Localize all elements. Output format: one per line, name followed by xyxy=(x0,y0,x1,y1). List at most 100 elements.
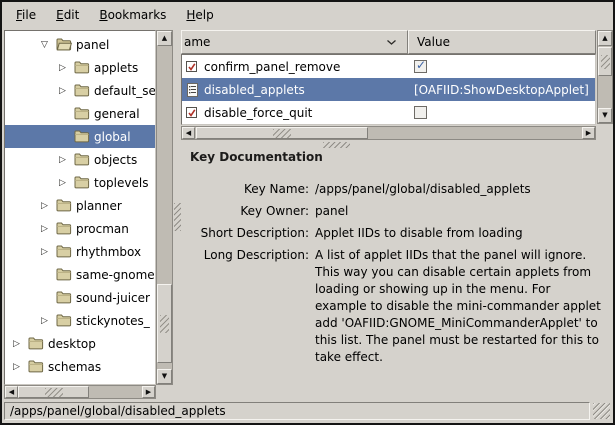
tree-row-label: desktop xyxy=(48,337,96,351)
arrow-left-icon: ◀ xyxy=(9,389,14,396)
value-checkbox[interactable]: ✓ xyxy=(414,60,427,73)
arrow-up-icon: ▲ xyxy=(602,35,607,42)
doc-field: Long Description:A list of applet IIDs t… xyxy=(181,247,605,366)
menu-item-label: ookmarks xyxy=(108,8,167,22)
value-checkbox[interactable] xyxy=(414,106,427,119)
folder-icon xyxy=(74,84,90,97)
key-row-confirm-panel-remove[interactable]: confirm_panel_remove ✓ xyxy=(182,55,595,78)
expander-closed-icon[interactable]: ▷ xyxy=(59,155,74,165)
expander-closed-icon[interactable]: ▷ xyxy=(13,339,28,349)
menu-item-file[interactable]: File xyxy=(6,6,46,24)
arrow-right-icon: ▶ xyxy=(586,130,591,137)
tree-row-desktop[interactable]: ▷ desktop xyxy=(5,332,155,355)
tree-row-label: global xyxy=(94,130,131,144)
tree-row-objects[interactable]: ▷ objects xyxy=(5,148,155,171)
tree-horizontal-scrollbar[interactable]: ◀ ▶ xyxy=(4,385,156,399)
tree-row-same-gnome[interactable]: same-gnome xyxy=(5,263,155,286)
key-value-cell xyxy=(408,101,595,124)
tree-row-stickynotes[interactable]: ▷stickynotes_ xyxy=(5,309,155,332)
scroll-left-button[interactable]: ◀ xyxy=(182,127,195,139)
tree-row-global[interactable]: global xyxy=(5,125,155,148)
tree-row-sound-juicer[interactable]: sound-juicer xyxy=(5,286,155,309)
expander-closed-icon[interactable]: ▷ xyxy=(13,362,28,372)
expander-open-icon[interactable]: ▽ xyxy=(41,40,56,50)
tree-row-label: same-gnome xyxy=(76,268,155,282)
menu-item-label: dit xyxy=(64,8,80,22)
doc-fields: Key Name:/apps/panel/global/disabled_app… xyxy=(181,181,605,371)
key-row-disable-force-quit[interactable]: disable_force_quit xyxy=(182,101,595,124)
tree-row-label: panel xyxy=(76,38,109,52)
folder-icon xyxy=(56,222,72,235)
check-icon: ✓ xyxy=(416,58,426,72)
tree-row-planner[interactable]: ▷planner xyxy=(5,194,155,217)
expander-closed-icon[interactable]: ▷ xyxy=(59,178,74,188)
gconf-editor-window: FileEditBookmarksHelp ▽panel▷applets▷def… xyxy=(0,0,615,425)
scrollbar-thumb[interactable] xyxy=(598,47,612,76)
key-list-header: ame Value xyxy=(181,30,596,54)
list-vertical-scrollbar[interactable]: ▲ ▼ xyxy=(597,30,613,124)
pane-splitter-handle[interactable] xyxy=(174,203,181,231)
menu-item-bookmarks[interactable]: Bookmarks xyxy=(89,6,176,24)
tree-row-toplevels[interactable]: ▷ toplevels xyxy=(5,171,155,194)
expander-closed-icon[interactable]: ▷ xyxy=(59,63,74,73)
tree-row-label: applets xyxy=(94,61,138,75)
tree-row-label: toplevels xyxy=(94,176,148,190)
list-horizontal-scrollbar[interactable]: ◀ ▶ xyxy=(181,126,596,140)
column-header-value-label: Value xyxy=(417,35,450,49)
expander-closed-icon[interactable]: ▷ xyxy=(41,247,56,257)
key-list: confirm_panel_remove ✓ disabled_applets[OA… xyxy=(181,54,596,125)
folder-icon xyxy=(56,314,72,327)
menu-item-edit[interactable]: Edit xyxy=(46,6,89,24)
expander-closed-icon[interactable]: ▷ xyxy=(41,316,56,326)
scroll-down-button[interactable]: ▼ xyxy=(598,108,612,123)
key-name-label: disabled_applets xyxy=(204,83,305,97)
folder-icon xyxy=(56,199,72,212)
column-header-value[interactable]: Value xyxy=(408,30,596,54)
menu-item-label: ile xyxy=(22,8,36,22)
tree-row-label: sound-juicer xyxy=(76,291,150,305)
statusbar-text: /apps/panel/global/disabled_applets xyxy=(4,402,590,420)
key-value-cell: ✓ xyxy=(408,55,595,78)
folder-icon xyxy=(74,153,90,166)
tree-vertical-scrollbar[interactable]: ▲ ▼ xyxy=(156,30,173,385)
scroll-right-button[interactable]: ▶ xyxy=(582,127,595,139)
scrollbar-thumb[interactable] xyxy=(196,127,368,139)
scroll-up-button[interactable]: ▲ xyxy=(157,31,172,46)
thumb-grip-icon xyxy=(601,55,610,69)
doc-field-label: Long Description: xyxy=(181,247,309,366)
scroll-left-button[interactable]: ◀ xyxy=(5,386,18,398)
scroll-right-button[interactable]: ▶ xyxy=(142,386,155,398)
arrow-up-icon: ▲ xyxy=(162,35,167,42)
tree-rows: ▽ panel ▷ applets ▷default_segeneral global ▷ o… xyxy=(5,31,155,384)
tree-row-procman[interactable]: ▷procman xyxy=(5,217,155,240)
window-resize-grip[interactable] xyxy=(593,403,610,419)
scrollbar-thumb[interactable] xyxy=(157,284,172,363)
tree-row-label: rhythmbox xyxy=(76,245,141,259)
tree-row-schemas[interactable]: ▷schemas xyxy=(5,355,155,378)
doc-field: Key Owner:panel xyxy=(181,203,605,220)
tree-row-general[interactable]: general xyxy=(5,102,155,125)
sort-indicator-icon xyxy=(386,39,397,46)
tree-row-applets[interactable]: ▷ applets xyxy=(5,56,155,79)
expander-closed-icon[interactable]: ▷ xyxy=(59,86,74,96)
menu-item-help[interactable]: Help xyxy=(176,6,223,24)
menubar: FileEditBookmarksHelp xyxy=(2,2,613,28)
expander-closed-icon[interactable]: ▷ xyxy=(41,224,56,234)
column-header-name[interactable]: ame xyxy=(181,30,408,54)
scroll-down-button[interactable]: ▼ xyxy=(157,369,172,384)
scroll-up-button[interactable]: ▲ xyxy=(598,31,612,46)
scrollbar-thumb[interactable] xyxy=(18,386,89,398)
tree-row-panel[interactable]: ▽ panel xyxy=(5,33,155,56)
doc-field-label: Key Name: xyxy=(181,181,309,198)
expander-closed-icon[interactable]: ▷ xyxy=(41,201,56,211)
tree-row-default-se[interactable]: ▷default_se xyxy=(5,79,155,102)
arrow-right-icon: ▶ xyxy=(146,389,151,396)
doc-splitter-handle[interactable] xyxy=(323,142,350,148)
key-name-cell: disable_force_quit xyxy=(182,101,408,124)
tree-row-label: objects xyxy=(94,153,137,167)
key-row-disabled-applets[interactable]: disabled_applets[OAFIID:ShowDesktopApple… xyxy=(182,78,595,101)
menu-item-label: B xyxy=(99,8,107,22)
tree-row-rhythmbox[interactable]: ▷ rhythmbox xyxy=(5,240,155,263)
key-name-cell: confirm_panel_remove xyxy=(182,55,408,78)
folder-icon xyxy=(56,291,72,304)
